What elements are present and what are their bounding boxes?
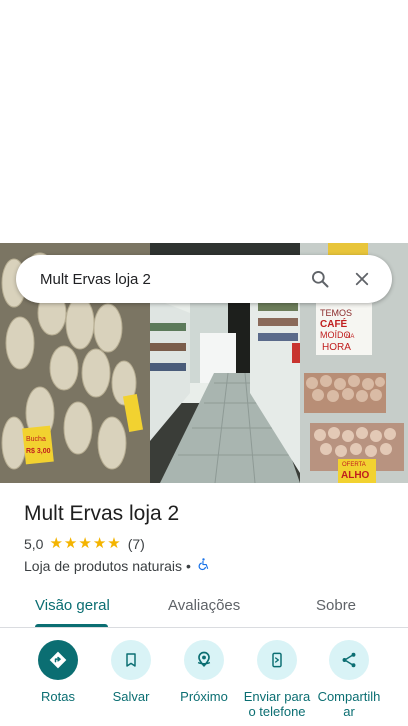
- sign-cafe: CAFÉ: [320, 317, 348, 330]
- bookmark-icon: [111, 640, 151, 680]
- nearby-icon: [184, 640, 224, 680]
- share-button[interactable]: Compartilhar: [311, 640, 387, 719]
- search-icon[interactable]: [304, 263, 336, 295]
- save-button[interactable]: Salvar: [93, 640, 169, 704]
- star-icon: ★: [49, 535, 63, 552]
- tab-reviews[interactable]: Avaliações: [168, 597, 240, 614]
- sign-alho: ALHO: [341, 470, 370, 481]
- search-bar[interactable]: Mult Ervas loja 2: [16, 255, 392, 303]
- directions-button[interactable]: Rotas: [20, 640, 96, 704]
- category-row: Loja de produtos naturais •: [24, 557, 210, 574]
- price-tag-amount: R$ 3,00: [26, 448, 51, 455]
- tab-overview[interactable]: Visão geral: [35, 597, 110, 614]
- rating-value: 5,0: [24, 536, 44, 552]
- send-to-phone-label: Enviar para o telefone: [243, 689, 311, 719]
- price-tag-label: Bucha: [26, 436, 46, 443]
- save-label: Salvar: [112, 689, 150, 704]
- close-icon[interactable]: [346, 263, 378, 295]
- share-icon: [329, 640, 369, 680]
- wheelchair-icon: [197, 557, 210, 574]
- share-label: Compartilhar: [317, 689, 381, 719]
- star-rating: ★ ★ ★ ★ ★: [49, 535, 121, 552]
- send-to-phone-icon: [257, 640, 297, 680]
- sign-oferta: OFERTA: [342, 462, 366, 468]
- action-buttons: Rotas Salvar Próximo Enviar para o telef…: [0, 640, 408, 726]
- tab-bar: Visão geral Avaliações Sobre: [0, 590, 408, 628]
- rating-row[interactable]: 5,0 ★ ★ ★ ★ ★ (7): [24, 536, 145, 552]
- review-count[interactable]: (7): [128, 536, 145, 552]
- sign-hora: HORA: [322, 342, 351, 353]
- nearby-label: Próximo: [180, 689, 228, 704]
- star-icon: ★: [107, 535, 121, 552]
- map-area[interactable]: [0, 0, 408, 243]
- send-to-phone-button[interactable]: Enviar para o telefone: [239, 640, 315, 719]
- sign-temos: TEMOS: [320, 308, 352, 318]
- directions-icon: [38, 640, 78, 680]
- place-category: Loja de produtos naturais: [24, 557, 182, 574]
- sign-na: NA: [346, 334, 354, 340]
- star-icon: ★: [63, 535, 78, 552]
- tab-about[interactable]: Sobre: [316, 597, 356, 614]
- nearby-button[interactable]: Próximo: [166, 640, 242, 704]
- separator: •: [186, 557, 191, 574]
- divider: [0, 627, 408, 628]
- directions-label: Rotas: [41, 689, 75, 704]
- search-query[interactable]: Mult Ervas loja 2: [40, 271, 294, 288]
- star-icon: ★: [78, 535, 92, 552]
- star-icon: ★: [92, 535, 107, 552]
- place-title: Mult Ervas loja 2: [24, 502, 180, 525]
